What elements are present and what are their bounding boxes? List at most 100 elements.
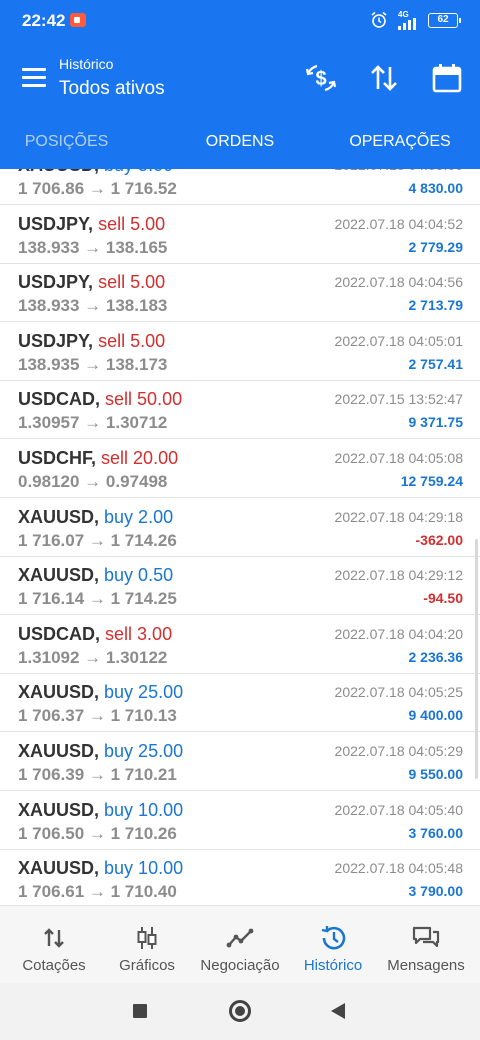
deal-time: 2022.07.18 04:05:48 (334, 860, 463, 877)
deal-time: 2022.07.15 13:52:47 (334, 391, 463, 408)
signal-icon (398, 18, 416, 30)
deal-prices: 1 706.61 → 1 710.40 (18, 882, 177, 902)
deal-time: 2022.07.18 04:04:52 (334, 215, 463, 232)
deal-row[interactable]: XAUUSD, buy 25.00 1 706.39 → 1 710.21 2022… (0, 732, 480, 791)
deal-profit: 2 779.29 (408, 238, 464, 255)
deal-time: 2022.07.18 04:05:00 (335, 169, 463, 173)
deal-side: sell 20.00 (101, 448, 179, 468)
alarm-icon (371, 11, 387, 28)
nav-history[interactable]: Histórico (285, 906, 381, 984)
deal-side: sell 50.00 (105, 389, 183, 410)
deal-row[interactable]: USDCHF, sell 20.00 0.98120 → 0.97498 2022.… (0, 439, 480, 498)
deal-row[interactable]: XAUUSD, buy 10.00 1 706.50 → 1 710.26 2022… (0, 791, 480, 850)
deal-prices: 1 706.50 → 1 710.26 (18, 823, 177, 843)
deal-row[interactable]: USDJPY, sell 5.00 138.933 → 138.165 2022.0… (0, 205, 480, 264)
deal-profit: -94.50 (423, 590, 463, 607)
deal-row[interactable]: USDCAD, sell 3.00 1.31092 → 1.30122 2022.0… (0, 615, 480, 674)
tab-orders[interactable]: ORDENS (175, 114, 305, 169)
deal-time: 2022.07.18 04:05:08 (334, 450, 463, 466)
deal-side: buy 25.00 (104, 682, 184, 703)
calendar-icon[interactable] (431, 62, 463, 94)
deal-side: buy 25.00 (104, 741, 184, 761)
deal-row[interactable]: USDCAD, sell 50.00 1.30957 → 1.30712 2022.… (0, 380, 480, 440)
home-button[interactable] (229, 1000, 251, 1022)
recents-button[interactable] (133, 1004, 147, 1018)
deal-symbol: XAUUSD, buy 5.00 (18, 169, 173, 176)
deal-symbol: XAUUSD, buy 0.50 (18, 565, 174, 586)
deal-prices: 1 706.39 → 1 710.21 (18, 765, 177, 784)
deal-prices: 1.30957 → 1.30712 (18, 413, 168, 433)
deal-time: 2022.07.18 04:05:01 (334, 332, 463, 349)
deal-row[interactable]: XAUUSD, buy 0.50 1 716.14 → 1 714.25 2022.… (0, 556, 480, 616)
deal-symbol: XAUUSD, buy 25.00 (18, 682, 184, 703)
deal-profit: 9 550.00 (408, 766, 464, 782)
deal-time: 2022.07.18 04:04:20 (334, 625, 463, 642)
tab-positions[interactable]: POSIÇÕES (0, 114, 133, 169)
deal-symbol: USDCAD, sell 3.00 (18, 623, 173, 644)
deal-row[interactable]: XAUUSD, buy 2.00 1 716.07 → 1 714.26 2022.… (0, 498, 480, 557)
deal-profit: 12 759.24 (400, 473, 463, 489)
nav-label: Mensagens (387, 957, 465, 974)
deals-list[interactable]: XAUUSD, buy 5.00 1 706.86 → 1 716.52 2022.… (0, 169, 480, 905)
deal-time: 2022.07.18 04:05:25 (334, 684, 463, 701)
deal-profit: 3 790.00 (408, 883, 464, 900)
deal-profit: 2 236.36 (408, 648, 464, 665)
nav-charts[interactable]: Gráficos (99, 906, 195, 984)
back-button[interactable] (331, 1003, 345, 1019)
deal-symbol: USDJPY, sell 5.00 (18, 272, 166, 293)
deal-profit: 9 371.75 (408, 414, 464, 431)
deal-row[interactable]: XAUUSD, buy 10.00 1 706.61 → 1 710.40 2022… (0, 849, 480, 905)
deal-row[interactable]: XAUUSD, buy 25.00 1 706.37 → 1 710.13 2022… (0, 673, 480, 733)
deal-prices: 138.933 → 138.165 (18, 237, 168, 257)
history-icon (321, 926, 346, 950)
status-time: 22:42 (22, 11, 66, 30)
deal-profit: 2 757.41 (408, 355, 464, 372)
trade-icon (226, 928, 254, 948)
deal-profit: 3 760.00 (408, 824, 464, 841)
deal-profit: 2 713.79 (408, 297, 464, 314)
deal-prices: 1 706.86 → 1 716.52 (18, 179, 177, 198)
deal-side: buy 10.00 (104, 799, 184, 820)
battery-icon: 62 (428, 13, 461, 28)
charts-icon (137, 927, 157, 949)
deal-prices: 1 716.07 → 1 714.26 (18, 530, 177, 550)
deal-symbol: XAUUSD, buy 2.00 (18, 506, 174, 527)
tab-deals[interactable]: OPERAÇÕES (335, 114, 465, 169)
deal-prices: 138.935 → 138.173 (18, 354, 168, 374)
deal-side: buy 5.00 (104, 169, 173, 175)
deal-side: sell 5.00 (98, 213, 166, 234)
deal-row[interactable]: USDJPY, sell 5.00 138.935 → 138.173 2022.0… (0, 322, 480, 381)
notification-icon (70, 13, 86, 27)
sort-icon[interactable] (368, 62, 400, 94)
deal-row[interactable]: USDJPY, sell 5.00 138.933 → 138.183 2022.0… (0, 263, 480, 323)
nav-quotes[interactable]: Cotações (6, 906, 102, 984)
deal-prices: 1.31092 → 1.30122 (18, 647, 168, 667)
header-title[interactable]: Todos ativos (59, 78, 165, 100)
deal-time: 2022.07.18 04:05:29 (334, 743, 463, 759)
deal-symbol: USDJPY, sell 5.00 (18, 330, 166, 351)
deal-side: buy 0.50 (104, 565, 174, 586)
svg-text:$: $ (315, 68, 326, 90)
deal-time: 2022.07.18 04:29:12 (334, 567, 463, 584)
deal-profit: -362.00 (415, 531, 463, 548)
deal-symbol: XAUUSD, buy 25.00 (18, 741, 184, 761)
quotes-icon (44, 928, 64, 948)
nav-trade[interactable]: Negociação (192, 906, 288, 984)
header-subtitle: Histórico (59, 56, 114, 72)
deal-profit: 9 400.00 (408, 707, 464, 724)
deal-side: buy 10.00 (104, 858, 184, 879)
deal-prices: 0.98120 → 0.97498 (18, 472, 168, 491)
nav-messages[interactable]: Mensagens (378, 906, 474, 984)
deal-row[interactable]: XAUUSD, buy 5.00 1 706.86 → 1 716.52 2022.… (0, 169, 480, 205)
status-bar: 22:42 4G 62 (0, 0, 480, 42)
list-scrollbar[interactable] (475, 539, 478, 779)
deal-side: buy 2.00 (104, 506, 174, 527)
deal-prices: 1 716.14 → 1 714.25 (18, 589, 177, 609)
system-nav-bar (0, 983, 480, 1040)
tab-bar: POSIÇÕES ORDENS OPERAÇÕES (0, 114, 480, 169)
dollar-exchange-icon[interactable]: $ (305, 62, 337, 94)
deal-symbol: XAUUSD, buy 10.00 (18, 858, 184, 879)
deal-time: 2022.07.18 04:05:40 (334, 801, 463, 818)
bottom-nav: Cotações Gráficos Negociação Histórico M… (0, 905, 480, 983)
menu-icon[interactable] (22, 68, 46, 87)
